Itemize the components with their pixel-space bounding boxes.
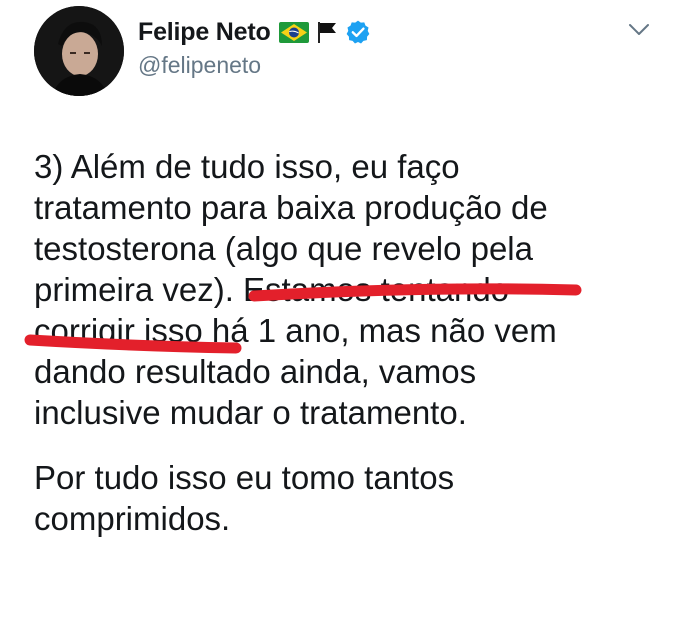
chevron-down-icon[interactable] [628,22,650,38]
tweet-paragraph: Por tudo isso eu tomo tantos comprimidos… [34,457,654,539]
text-line: primeira vez). Estamos tentando [34,271,510,308]
avatar[interactable] [34,6,124,96]
tweet-paragraph: 3) Além de tudo isso, eu faço tratamento… [34,146,654,433]
text-line: comprimidos. [34,500,231,537]
text-line: corrigir isso há 1 ano, mas não vem [34,312,557,349]
tweet-text: 3) Além de tudo isso, eu faço tratamento… [34,146,654,539]
author-handle[interactable]: @felipeneto [138,52,261,79]
text-line: tratamento para baixa produção de [34,189,548,226]
text-line: dando resultado ainda, vamos [34,353,477,390]
text-line: testosterona (algo que revelo pela [34,230,533,267]
text-line: inclusive mudar o tratamento. [34,394,467,431]
author-row: Felipe Neto [138,14,371,50]
brazil-flag-icon [278,21,309,43]
text-line: Por tudo isso eu tomo tantos [34,459,455,496]
verified-badge-icon [345,19,371,45]
text-line: 3) Além de tudo isso, eu faço [34,148,460,185]
black-flag-icon [315,20,339,44]
tweet-header: Felipe Neto @felipeneto [0,0,680,100]
author-name[interactable]: Felipe Neto [138,18,271,47]
